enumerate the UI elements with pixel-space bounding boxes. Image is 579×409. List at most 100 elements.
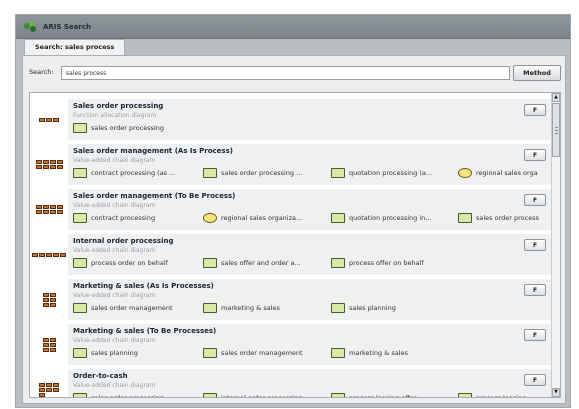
result-row[interactable]: Sales order processing Function allocatio… (30, 99, 552, 142)
object-item[interactable]: sales planning (73, 347, 138, 359)
function-object-icon (203, 393, 217, 397)
function-object-icon (73, 123, 87, 133)
object-list: sales order management marketing & sales s… (73, 302, 553, 314)
object-label: marketing & sales (221, 304, 280, 312)
object-label: sales planning (349, 304, 396, 312)
model-thumbnail-icon[interactable] (30, 279, 68, 320)
method-button[interactable]: Method (513, 65, 561, 81)
object-list: process order on behalf sales offer and o… (73, 257, 553, 269)
object-item[interactable]: process order on behalf (73, 257, 168, 269)
object-label: regional sales orga (476, 169, 538, 177)
window-title: ARIS Search (43, 22, 91, 31)
result-row[interactable]: Order-to-cash Value-added chain diagram Fs… (30, 369, 552, 398)
scroll-up-icon[interactable]: ▲ (552, 93, 560, 102)
object-item[interactable]: sales order process (458, 212, 539, 224)
object-item[interactable]: process leasing offer (331, 392, 416, 397)
object-item[interactable]: quotation processing in... (331, 212, 432, 224)
result-row[interactable]: Marketing & sales (As Is Processes) Value… (30, 279, 552, 322)
object-item[interactable]: quotation processing (a... (331, 167, 432, 179)
object-item[interactable]: regional sales organiza... (203, 212, 302, 224)
result-row[interactable]: Internal order processing Value-added cha… (30, 234, 552, 277)
function-object-icon (203, 168, 217, 178)
object-label: sales order process (476, 214, 540, 222)
result-row[interactable]: Sales order management (As Is Process) Va… (30, 144, 552, 187)
object-list: contract processing regional sales organi… (73, 212, 553, 224)
search-input[interactable] (61, 66, 510, 80)
object-item[interactable]: sales order processing (73, 122, 164, 134)
result-row[interactable]: Marketing & sales (To Be Processes) Value… (30, 324, 552, 367)
object-item[interactable]: contract processing (73, 212, 155, 224)
object-label: contract processing (91, 214, 156, 222)
function-object-icon (331, 348, 345, 358)
object-list: sales planning sales order management mark… (73, 347, 553, 359)
model-thumbnail-icon[interactable] (30, 369, 68, 397)
model-thumbnail-icon[interactable] (30, 324, 68, 365)
object-item[interactable]: sales order processing (73, 392, 165, 398)
object-item[interactable]: regional sales orga (458, 167, 538, 179)
object-item[interactable]: process offer on behalf (331, 257, 424, 269)
model-name[interactable]: Sales order management (As Is Process) (73, 147, 233, 155)
object-label: sales order processing ... (221, 169, 303, 177)
model-thumbnail-icon[interactable] (30, 189, 68, 230)
results-scrollbar[interactable]: ▲ ▼ (551, 93, 560, 397)
model-thumbnail-icon[interactable] (30, 144, 68, 185)
model-name[interactable]: Marketing & sales (To Be Processes) (73, 327, 216, 335)
object-item[interactable]: marketing & sales (331, 347, 408, 359)
function-object-icon (73, 168, 87, 178)
object-item[interactable]: process leasing (458, 392, 527, 398)
object-label: regional sales organiza... (221, 214, 303, 222)
model-name[interactable]: Internal order processing (73, 237, 173, 245)
object-list: sales order processing (73, 122, 553, 134)
search-label: Search: (29, 68, 54, 76)
model-name[interactable]: Sales order processing (73, 102, 163, 110)
object-label: sales order processing (91, 124, 165, 132)
result-row[interactable]: Sales order management (To Be Process) Va… (30, 189, 552, 232)
object-item[interactable]: contract processing (as ... (73, 167, 175, 179)
favorite-button[interactable]: F (524, 329, 546, 341)
function-object-icon (331, 258, 345, 268)
scroll-down-icon[interactable]: ▼ (552, 388, 560, 397)
org-unit-icon (458, 168, 472, 178)
results-list: Sales order processing Function allocatio… (29, 92, 561, 398)
function-object-icon (73, 258, 87, 268)
object-label: sales order processing (91, 394, 165, 398)
favorite-button[interactable]: F (524, 104, 546, 116)
model-name[interactable]: Order-to-cash (73, 372, 128, 380)
object-label: sales planning (91, 349, 138, 357)
object-item[interactable]: sales planning (331, 302, 396, 314)
object-label: sales offer and order a... (221, 259, 301, 267)
model-type: Value-added chain diagram (73, 247, 156, 254)
model-name[interactable]: Marketing & sales (As Is Processes) (73, 282, 214, 290)
object-item[interactable]: sales order management (203, 347, 303, 359)
model-thumbnail-icon[interactable] (30, 99, 68, 140)
function-object-icon (331, 168, 345, 178)
model-thumbnail-icon[interactable] (30, 234, 68, 275)
search-panel: Search: Method Sales order processing Fun… (22, 55, 566, 404)
object-item[interactable]: sales order processing ... (203, 167, 302, 179)
favorite-button[interactable]: F (524, 194, 546, 206)
object-label: sales order management (91, 304, 173, 312)
favorite-button[interactable]: F (524, 239, 546, 251)
search-row: Search: Method (29, 65, 561, 81)
function-object-icon (73, 393, 87, 397)
model-name[interactable]: Sales order management (To Be Process) (73, 192, 235, 200)
object-label: contract processing (as ... (91, 169, 176, 177)
function-object-icon (73, 213, 87, 223)
function-object-icon (331, 303, 345, 313)
favorite-button[interactable]: F (524, 284, 546, 296)
object-label: process leasing (476, 394, 527, 398)
favorite-button[interactable]: F (524, 374, 546, 386)
tab-search-sales-process[interactable]: Search: sales process (24, 39, 126, 55)
model-type: Function allocation diagram (73, 112, 157, 119)
favorite-button[interactable]: F (524, 149, 546, 161)
object-item[interactable]: internal order processing (203, 392, 303, 398)
object-label: internal order processing (221, 394, 303, 398)
object-item[interactable]: sales offer and order a... (203, 257, 301, 269)
scroll-thumb[interactable] (552, 103, 560, 157)
object-label: sales order management (221, 349, 303, 357)
object-item[interactable]: sales order management (73, 302, 173, 314)
aris-search-window: ARIS Search Search: sales process Search… (15, 14, 571, 408)
model-type: Value-added chain diagram (73, 202, 156, 209)
aris-logo-icon (24, 21, 38, 32)
object-item[interactable]: marketing & sales (203, 302, 280, 314)
